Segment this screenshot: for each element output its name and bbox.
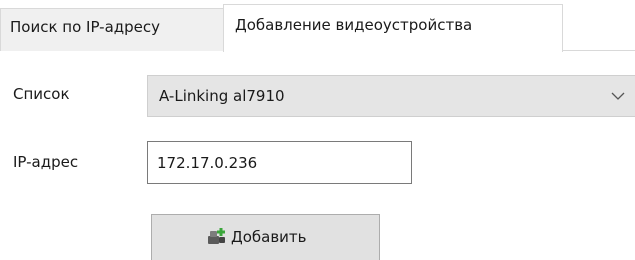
device-list-select[interactable]: A-Linking al7910 [147, 75, 635, 117]
ip-address-label: IP-адрес [13, 153, 79, 171]
tab-strip: Поиск по IP-адресу Добавление видеоустро… [0, 0, 635, 52]
tab-add-video-device-label: Добавление видеоустройства [235, 16, 473, 34]
add-button-label: Добавить [231, 228, 307, 246]
add-button[interactable]: Добавить [151, 214, 380, 260]
tab-ip-search[interactable]: Поиск по IP-адресу [0, 8, 224, 51]
chevron-down-icon[interactable] [609, 87, 627, 105]
device-list-value: A-Linking al7910 [159, 87, 285, 105]
tab-add-video-device[interactable]: Добавление видеоустройства [223, 4, 563, 52]
ip-address-input[interactable] [147, 141, 412, 184]
list-label: Список [13, 85, 70, 103]
add-device-icon [208, 228, 225, 244]
tab-ip-search-label: Поиск по IP-адресу [10, 18, 161, 36]
